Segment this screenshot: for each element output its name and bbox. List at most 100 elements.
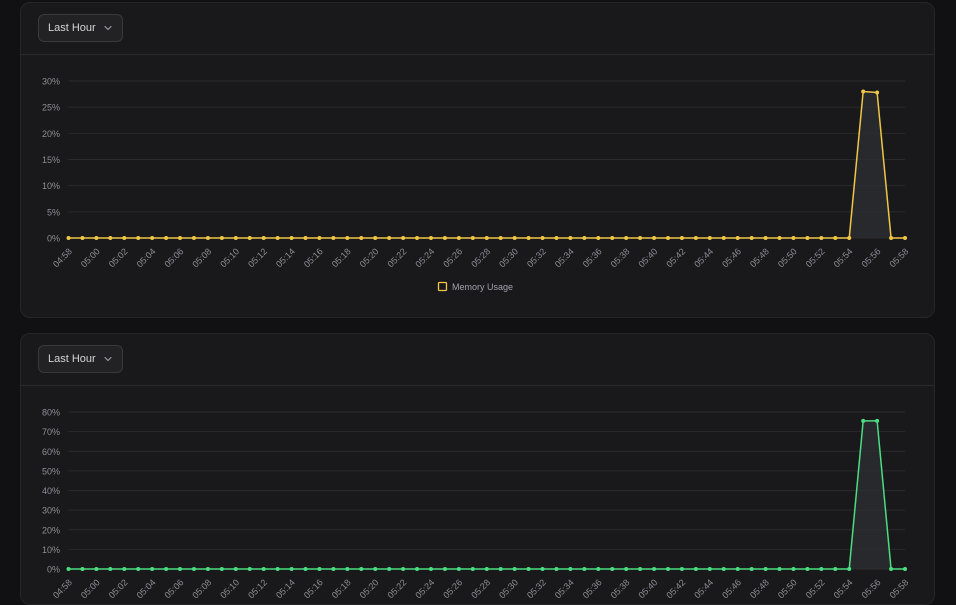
chevron-down-icon [104,25,112,31]
data-point [861,89,866,94]
time-range-select[interactable]: Last Hour [38,14,123,42]
x-tick-label: 05:12 [246,577,269,600]
x-tick-label: 05:26 [441,577,464,600]
x-tick-label: 05:32 [525,246,548,269]
data-point [108,567,113,571]
y-tick-label: 10% [42,545,60,555]
usage-card-2: Last Hour 0% 10% 20% 30% 40% 50% 60% 70% 80% 04:5… [20,333,935,605]
data-point [554,567,559,571]
x-tick-label: 05:24 [413,246,436,269]
data-point [805,567,810,571]
data-point [164,567,169,571]
data-point [819,567,824,571]
legend-label: Memory Usage [452,282,513,292]
data-point [875,90,880,95]
y-tick-label: 15% [42,155,60,165]
y-tick-label: 0% [47,565,60,575]
x-tick-label: 05:32 [525,577,548,600]
data-point [847,567,852,571]
y-tick-label: 60% [42,447,60,457]
x-tick-label: 05:58 [887,577,910,600]
data-point [735,567,740,571]
x-tick-label: 05:34 [553,246,576,269]
x-tick-label: 05:30 [497,246,520,269]
y-tick-label: 25% [42,103,60,113]
y-tick-label: 5% [47,207,60,217]
x-tick-label: 05:04 [135,577,158,600]
x-tick-label: 05:14 [274,577,297,600]
data-point [540,236,545,240]
x-tick-label: 05:02 [107,246,130,269]
data-point [247,236,252,240]
data-point [889,567,894,571]
data-point [401,236,406,240]
x-tick-label: 05:54 [832,246,855,269]
x-tick-label: 05:22 [386,246,409,269]
data-point [707,236,712,240]
x-tick-label: 05:40 [636,577,659,600]
data-point [205,236,210,240]
x-tick-label: 05:00 [79,246,102,269]
data-point [638,236,643,240]
x-tick-label: 05:06 [162,577,185,600]
x-tick-label: 05:08 [190,246,213,269]
data-point [582,567,587,571]
data-point [428,567,433,571]
series-area [68,91,905,238]
x-tick-label: 05:10 [218,246,241,269]
x-tick-label: 05:30 [497,577,520,600]
data-point [610,236,615,240]
data-point [777,567,782,571]
data-point [889,236,894,240]
y-tick-label: 10% [42,181,60,191]
data-point [749,236,754,240]
data-point [526,567,531,571]
x-tick-label: 05:24 [413,577,436,600]
data-point [484,236,489,240]
data-point [819,236,824,240]
data-point [624,236,629,240]
data-point [903,236,907,240]
data-point [596,236,601,240]
time-range-select[interactable]: Last Hour [38,345,123,373]
data-point [66,236,71,240]
data-point [707,567,712,571]
x-tick-label: 05:06 [162,246,185,269]
data-point [150,236,155,240]
data-point [638,567,643,571]
data-point [665,567,670,571]
data-point [554,236,559,240]
data-point [833,236,838,240]
data-point [219,567,224,571]
x-tick-label: 05:48 [748,246,771,269]
memory-usage-chart: 0%5%10%15%20%25%30%04:58 05:00 05:02 05:04 0… [42,77,910,293]
data-point [373,236,378,240]
x-tick-label: 05:26 [441,246,464,269]
x-tick-label: 05:18 [330,577,353,600]
data-point [665,236,670,240]
data-point [345,567,350,571]
data-point [387,567,392,571]
x-tick-label: 05:20 [358,246,381,269]
data-point [136,236,141,240]
x-tick-label: 05:44 [692,246,715,269]
data-point [442,236,447,240]
x-tick-label: 05:50 [776,577,799,600]
data-point [875,418,880,423]
data-point [178,236,183,240]
data-point [777,236,782,240]
data-point [373,567,378,571]
data-point [80,567,85,571]
data-point [136,567,141,571]
data-point [331,236,336,240]
data-point [568,567,573,571]
data-point [247,567,252,571]
data-point [94,567,99,571]
x-tick-label: 05:08 [190,577,213,600]
memory-usage-card: Last Hour 0% 5% 10% 15% 20% 25% 30% 04:58 05:00 0… [20,2,935,318]
data-point [526,236,531,240]
data-point [540,567,545,571]
x-tick-label: 05:44 [692,577,715,600]
x-tick-label: 05:46 [720,577,743,600]
y-tick-label: 40% [42,486,60,496]
